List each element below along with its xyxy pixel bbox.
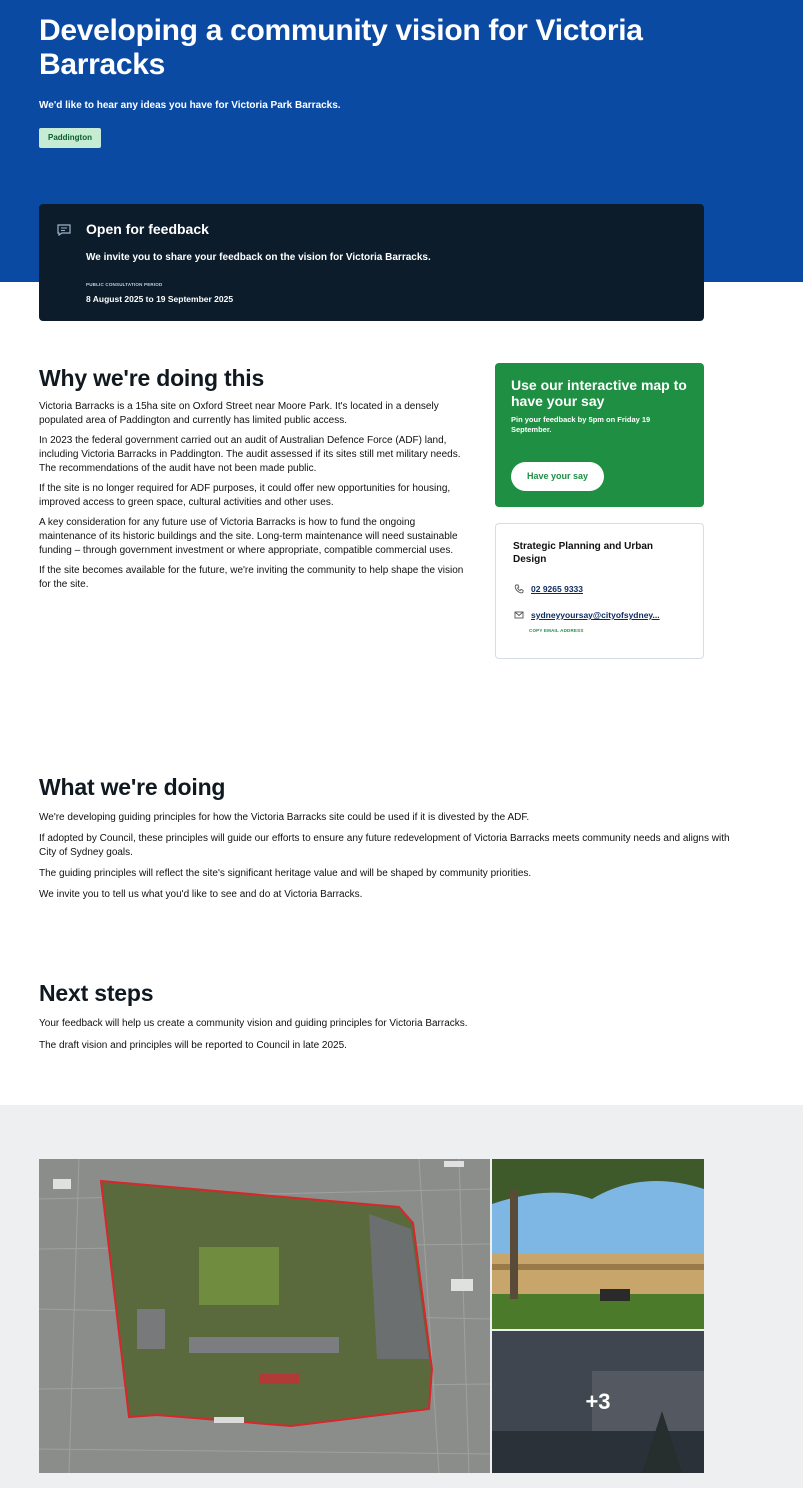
have-your-say-button[interactable]: Have your say [511,462,604,491]
why-paragraph: In 2023 the federal government carried o… [39,435,461,474]
phone-icon [514,584,524,594]
what-paragraph: The guiding principles will reflect the … [39,868,532,879]
what-paragraph: We invite you to tell us what you'd like… [39,889,363,900]
why-paragraph: If the site becomes available for the fu… [39,565,464,590]
why-paragraph: Victoria Barracks is a 15ha site on Oxfo… [39,401,439,426]
aerial-map-graphic [39,1159,490,1473]
email-row: sydneyyoursay@cityofsydney... [513,610,660,620]
next-paragraph: Your feedback will help us create a comm… [39,1018,468,1029]
next-paragraph: The draft vision and principles will be … [39,1040,347,1051]
what-paragraph: We're developing guiding principles for … [39,812,530,823]
email-link[interactable]: sydneyyoursay@cityofsydney... [531,610,660,620]
barracks-photo-graphic [492,1159,704,1329]
interactive-map-card: Use our interactive map to have your say… [495,363,704,507]
phone-link[interactable]: 02 9265 9333 [531,584,583,594]
what-section: What we're doing We're developing guidin… [39,774,739,909]
consultation-period-label: PUBLIC CONSULTATION PERIOD [86,282,163,287]
gallery-more-photos[interactable]: +3 [492,1331,704,1473]
contact-team-name: Strategic Planning and Urban Design [513,541,654,565]
why-paragraph: If the site is no longer required for AD… [39,483,451,508]
gallery-aerial-map-image[interactable] [39,1159,490,1473]
why-section: Why we're doing this Victoria Barracks i… [39,365,469,598]
location-tag[interactable]: Paddington [39,128,101,148]
page-title: Developing a community vision for Victor… [39,14,643,81]
chat-icon [57,224,71,236]
page-subtitle: We'd like to hear any ideas you have for… [39,100,341,111]
next-steps-section: Next steps Your feedback will help us cr… [39,980,739,1061]
contact-card: Strategic Planning and Urban Design 02 9… [495,523,704,659]
map-card-subtitle: Pin your feedback by 5pm on Friday 19 Se… [511,415,651,434]
next-heading: Next steps [39,980,154,1006]
what-heading: What we're doing [39,774,226,800]
what-paragraph: If adopted by Council, these principles … [39,833,730,858]
gallery-barracks-photo[interactable] [492,1159,704,1329]
feedback-status-panel: Open for feedback We invite you to share… [39,204,704,321]
more-photos-count: +3 [492,1331,704,1473]
feedback-title: Open for feedback [86,221,209,237]
feedback-text: We invite you to share your feedback on … [86,252,431,263]
copy-email-button[interactable]: COPY EMAIL ADDRESS [529,628,584,633]
map-card-title: Use our interactive map to have your say [511,377,687,409]
consultation-dates: 8 August 2025 to 19 September 2025 [86,294,234,304]
why-heading: Why we're doing this [39,365,265,391]
email-icon [514,611,524,619]
why-paragraph: A key consideration for any future use o… [39,517,458,556]
phone-row: 02 9265 9333 [513,584,583,594]
